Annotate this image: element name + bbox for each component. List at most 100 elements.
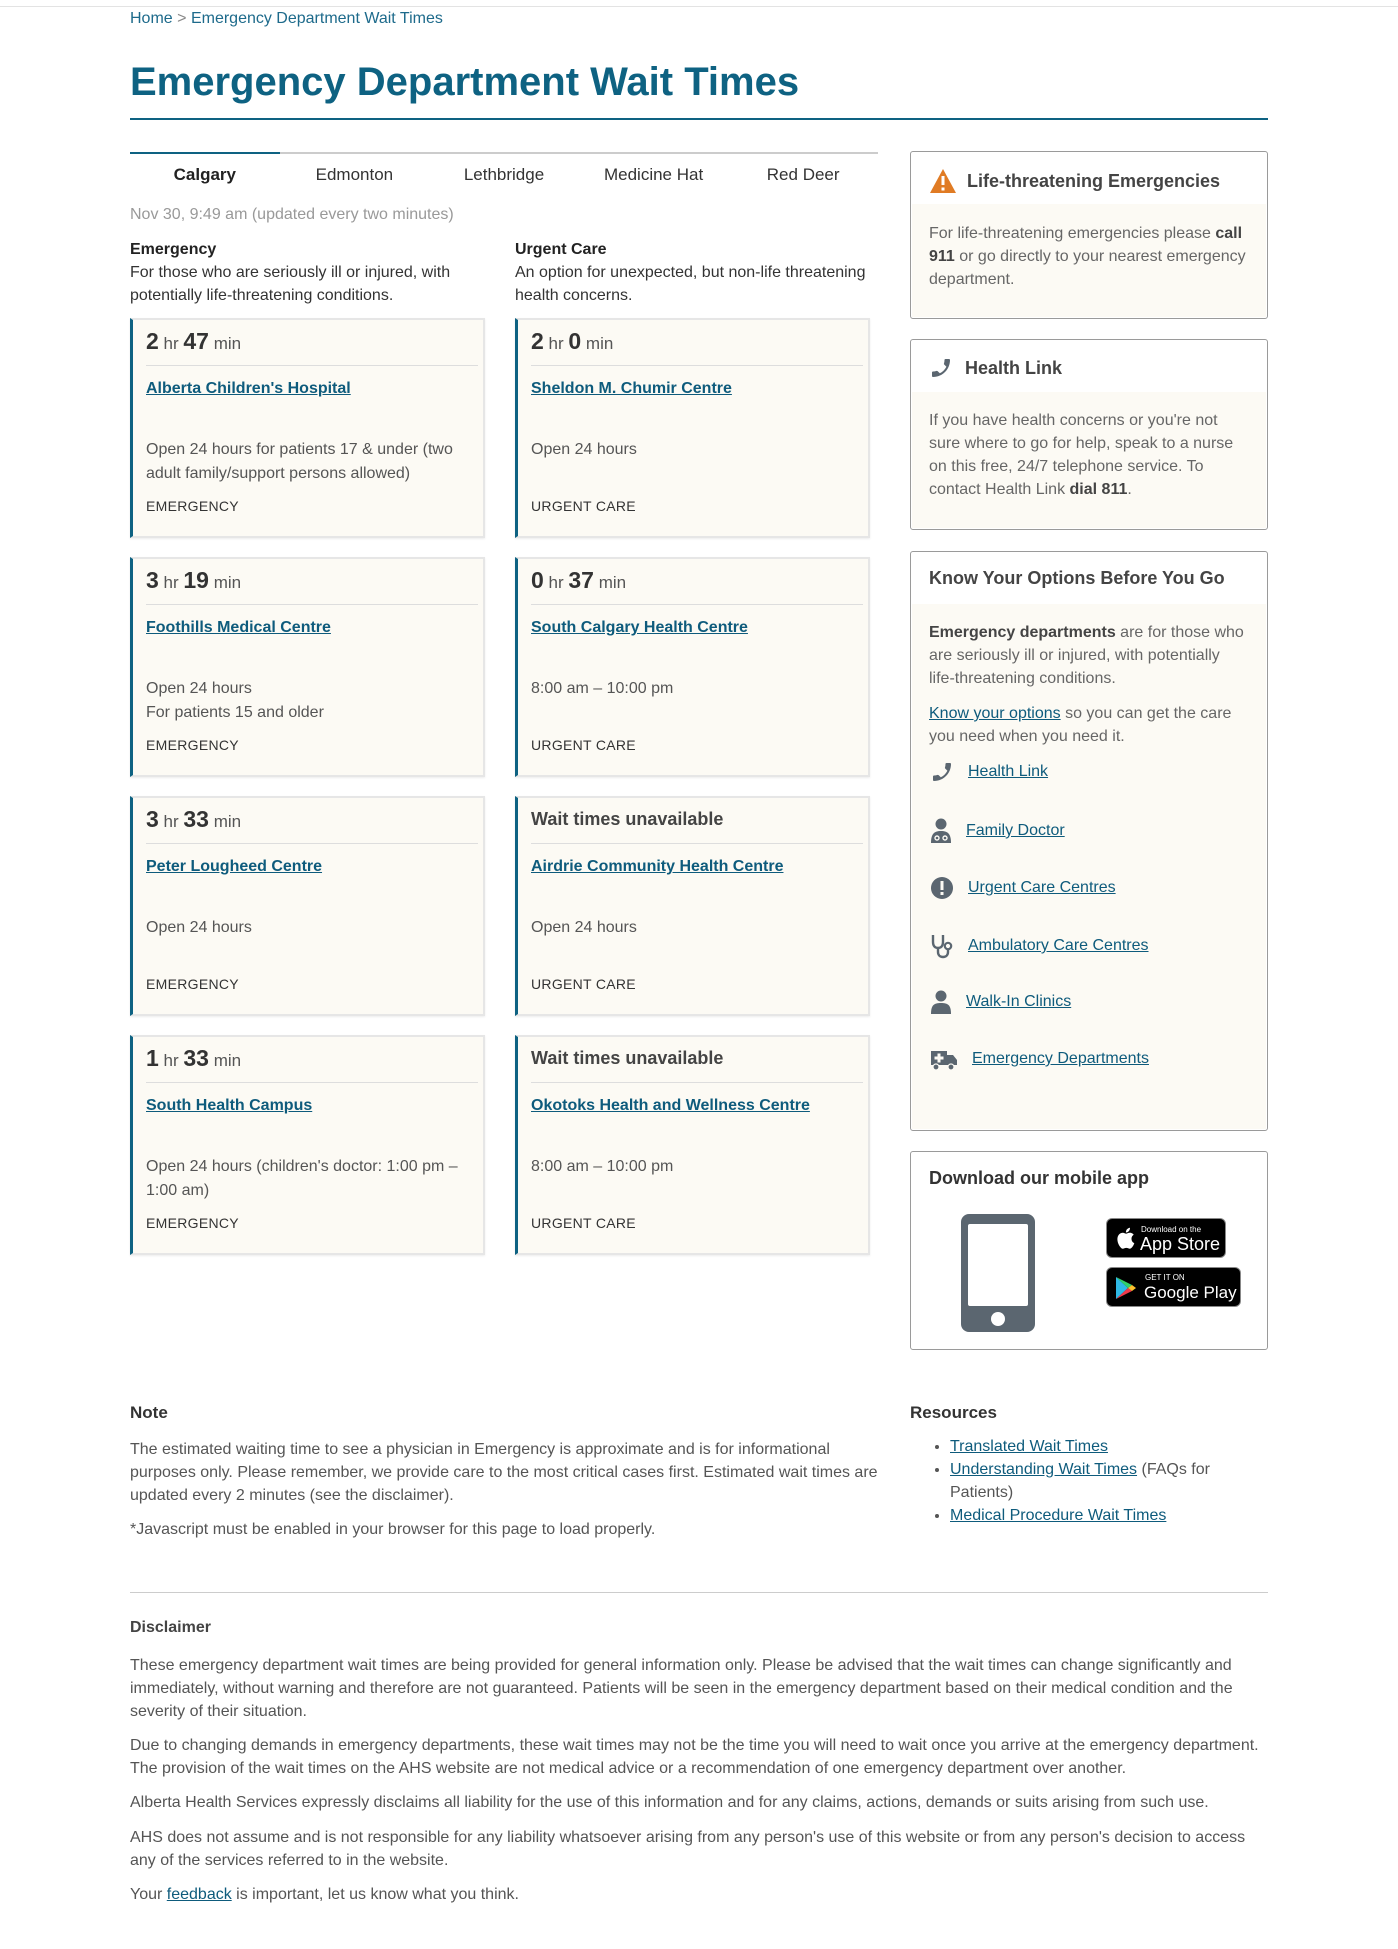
city-tabs: Calgary Edmonton Lethbridge Medicine Hat…	[130, 152, 878, 192]
option-label[interactable]: Urgent Care Centres	[968, 879, 1116, 897]
resources-list: Translated Wait Times Understanding Wait…	[910, 1435, 1268, 1527]
resource-link[interactable]: Medical Procedure Wait Times	[950, 1507, 1166, 1524]
note-text: The estimated waiting time to see a phys…	[130, 1441, 878, 1504]
tab-calgary[interactable]: Calgary	[130, 152, 280, 192]
option-health-link[interactable]: Health Link	[930, 760, 1048, 784]
disclaimer-paragraph: Due to changing demands in emergency dep…	[130, 1737, 1259, 1777]
option-urgent-care[interactable]: Urgent Care Centres	[930, 876, 1116, 900]
facility-hours: Open 24 hours	[146, 919, 252, 936]
wait-time: Wait times unavailable	[531, 806, 863, 844]
facility-hours: Open 24 hours for patients 17 & under (t…	[146, 441, 453, 482]
option-label[interactable]: Family Doctor	[966, 822, 1065, 840]
facility-card: 0 hr 37 min South Calgary Health Centre …	[515, 557, 870, 777]
facility-link[interactable]: Airdrie Community Health Centre	[531, 858, 783, 876]
resource-link[interactable]: Translated Wait Times	[950, 1438, 1108, 1455]
know-your-options-link[interactable]: Know your options	[929, 705, 1061, 722]
app-store-big-text: App Store	[1140, 1234, 1221, 1254]
facility-link[interactable]: Alberta Children's Hospital	[146, 380, 351, 398]
section-divider	[130, 1592, 1268, 1593]
facility-type: EMERGENCY	[146, 1215, 239, 1231]
health-link-box: Health Link If you have health concerns …	[910, 339, 1268, 530]
options-body: Emergency departments are for those who …	[912, 604, 1266, 1129]
facility-link[interactable]: Sheldon M. Chumir Centre	[531, 380, 732, 398]
disclaimer-paragraph: These emergency department wait times ar…	[130, 1657, 1233, 1720]
facility-link[interactable]: South Health Campus	[146, 1097, 312, 1115]
option-walk-in-clinics[interactable]: Walk-In Clinics	[930, 990, 1071, 1014]
wait-hours: 0	[531, 567, 544, 593]
warning-icon	[930, 169, 956, 193]
facility-hours: 8:00 am – 10:00 pm	[531, 680, 674, 697]
know-your-options-box: Know Your Options Before You Go Emergenc…	[910, 551, 1268, 1131]
facility-link[interactable]: Foothills Medical Centre	[146, 619, 331, 637]
facility-card: 2 hr 0 min Sheldon M. Chumir Centre Open…	[515, 318, 870, 538]
app-store-button[interactable]: Download on the App Store	[1106, 1218, 1226, 1258]
urgent-heading: Urgent Care	[515, 241, 607, 258]
mobile-app-title: Download our mobile app	[929, 1168, 1149, 1188]
breadcrumb-current[interactable]: Emergency Department Wait Times	[191, 10, 443, 27]
wait-minutes: 47	[183, 328, 209, 354]
google-play-button[interactable]: GET IT ON Google Play	[1106, 1267, 1241, 1307]
tab-medicine-hat[interactable]: Medicine Hat	[579, 154, 729, 192]
wait-unavailable: Wait times unavailable	[531, 809, 724, 829]
facility-card: 3 hr 33 min Peter Lougheed Centre Open 2…	[130, 796, 485, 1016]
top-border	[0, 6, 1398, 7]
health-link-text: If you have health concerns or you're no…	[929, 412, 1234, 498]
tab-lethbridge[interactable]: Lethbridge	[429, 154, 579, 192]
facility-link[interactable]: Peter Lougheed Centre	[146, 858, 322, 876]
facility-type: EMERGENCY	[146, 976, 239, 992]
health-link-heading: Health Link	[929, 356, 1062, 380]
hr-unit: hr	[163, 812, 179, 831]
app-store-small-text: Download on the	[1141, 1225, 1202, 1234]
tab-red-deer[interactable]: Red Deer	[728, 154, 878, 192]
urgent-description: An option for unexpected, but non-life t…	[515, 264, 866, 304]
facility-hours: 8:00 am – 10:00 pm	[531, 1158, 674, 1175]
option-label[interactable]: Ambulatory Care Centres	[968, 937, 1149, 955]
option-label[interactable]: Walk-In Clinics	[966, 993, 1071, 1011]
tab-edmonton[interactable]: Edmonton	[280, 154, 430, 192]
wait-minutes: 19	[183, 567, 209, 593]
alert-circle-icon	[931, 877, 953, 899]
health-link-body: If you have health concerns or you're no…	[912, 392, 1266, 528]
option-ambulatory-care[interactable]: Ambulatory Care Centres	[930, 933, 1149, 959]
emergency-column-header: Emergency For those who are seriously il…	[130, 238, 490, 307]
disclaimer-paragraph: Alberta Health Services expressly discla…	[130, 1794, 1209, 1811]
option-emergency-departments[interactable]: Emergency Departments	[930, 1047, 1149, 1071]
min-unit: min	[598, 573, 627, 592]
wait-time: 3 hr 19 min	[146, 567, 478, 605]
breadcrumb: Home > Emergency Department Wait Times	[130, 10, 443, 28]
facility-hours: Open 24 hours (children's doctor: 1:00 p…	[146, 1158, 458, 1199]
facility-hours-line: Open 24 hours	[146, 680, 252, 697]
facility-link[interactable]: South Calgary Health Centre	[531, 619, 748, 637]
options-intro: Emergency departments are for those who …	[929, 624, 1244, 687]
life-threatening-heading: Life-threatening Emergencies	[929, 168, 1220, 194]
facility-type: URGENT CARE	[531, 1215, 636, 1231]
wait-hours: 3	[146, 567, 159, 593]
option-family-doctor[interactable]: Family Doctor	[930, 818, 1065, 844]
facility-card: 2 hr 47 min Alberta Children's Hospital …	[130, 318, 485, 538]
life-threatening-title: Life-threatening Emergencies	[967, 170, 1221, 191]
wait-minutes: 33	[183, 806, 209, 832]
phone-icon	[932, 359, 950, 377]
google-play-small-text: GET IT ON	[1145, 1273, 1185, 1282]
google-play-icon	[1116, 1277, 1136, 1299]
facility-card: Wait times unavailable Airdrie Community…	[515, 796, 870, 1016]
wait-hours: 2	[146, 328, 159, 354]
resource-link[interactable]: Understanding Wait Times	[950, 1461, 1137, 1478]
list-item: Translated Wait Times	[950, 1435, 1268, 1458]
wait-unavailable: Wait times unavailable	[531, 1048, 724, 1068]
health-link-title: Health Link	[965, 357, 1063, 378]
hr-unit: hr	[548, 334, 564, 353]
facility-link[interactable]: Okotoks Health and Wellness Centre	[531, 1097, 810, 1115]
wait-time: Wait times unavailable	[531, 1045, 863, 1083]
wait-time: 3 hr 33 min	[146, 806, 478, 844]
urgent-column-header: Urgent Care An option for unexpected, bu…	[515, 238, 875, 307]
wait-hours: 2	[531, 328, 544, 354]
option-label[interactable]: Health Link	[968, 763, 1048, 781]
option-label[interactable]: Emergency Departments	[972, 1050, 1149, 1068]
feedback-link[interactable]: feedback	[167, 1886, 232, 1903]
facility-hours-line: For patients 15 and older	[146, 704, 324, 721]
breadcrumb-home[interactable]: Home	[130, 10, 173, 27]
facility-type: URGENT CARE	[531, 737, 636, 753]
facility-type: EMERGENCY	[146, 737, 239, 753]
facility-type: URGENT CARE	[531, 976, 636, 992]
